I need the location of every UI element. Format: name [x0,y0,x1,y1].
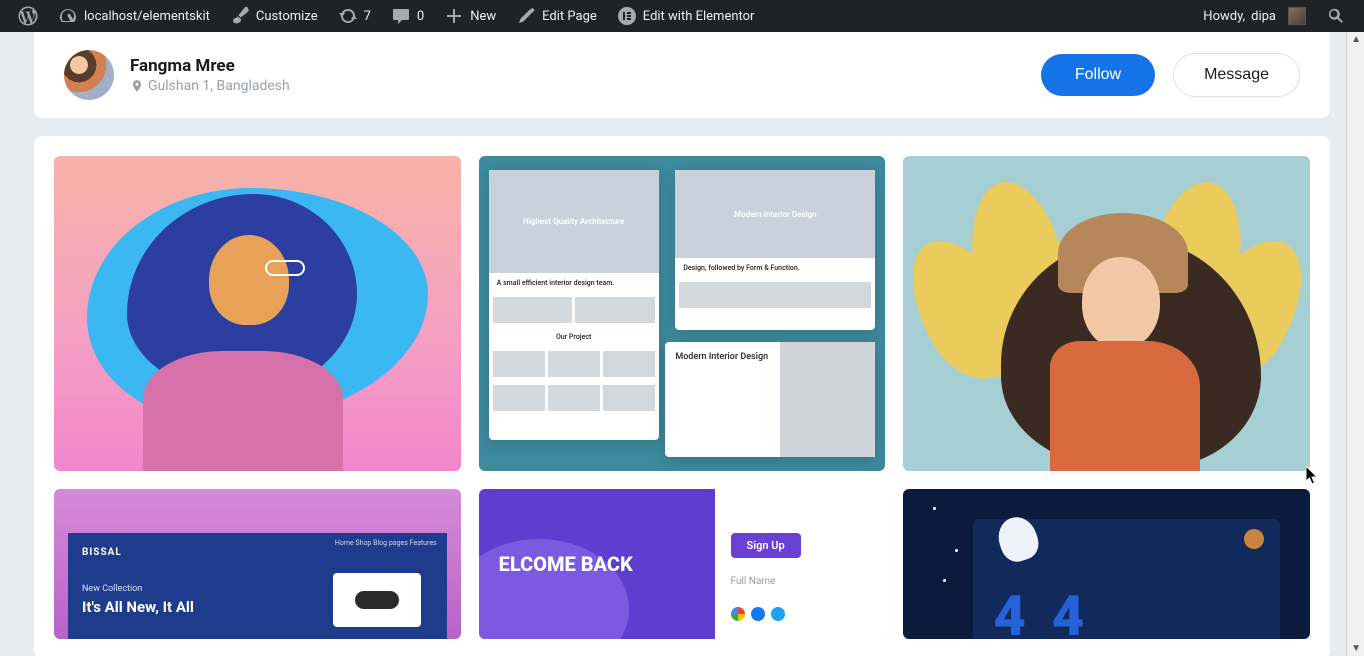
new-content-menu[interactable]: New [434,0,506,32]
wordpress-icon [18,6,38,26]
mockup-text: Our Project [489,327,659,347]
gallery-tile[interactable]: 4 4 [903,489,1310,639]
comment-icon [391,6,411,26]
illustration-shape [1082,257,1160,349]
scroll-down-arrow-icon[interactable]: ▼ [1351,643,1361,654]
website-mockup: Modern Interior Design [665,342,875,457]
illustration-shape [209,235,289,325]
scroll-up-arrow-icon[interactable]: ▲ [1351,34,1361,45]
customize-menu[interactable]: Customize [220,0,328,32]
edit-elementor-label: Edit with Elementor [643,9,755,24]
message-button[interactable]: Message [1173,53,1300,97]
website-mockup: BISSAL Home Shop Blog pages Features New… [68,533,447,639]
portfolio-gallery: Highest Quality Architecture A small eff… [34,136,1330,656]
gallery-tile[interactable]: ELCOME BACK Sign Up Full Name [479,489,886,639]
mockup-text: Modern Interior Design [675,352,770,362]
wp-admin-bar: localhost/elementskit Customize 7 0 New [0,0,1364,32]
website-mockup: Highest Quality Architecture A small eff… [489,170,659,440]
mockup-headline: ELCOME BACK [499,552,633,576]
my-account-menu[interactable]: Howdy, dipa [1193,0,1316,32]
comments-count: 0 [417,9,424,24]
dashboard-icon [58,6,78,26]
location-pin-icon [130,79,144,93]
profile-location: Gulshan 1, Bangladesh [130,78,290,94]
profile-location-text: Gulshan 1, Bangladesh [148,78,290,94]
wp-logo-menu[interactable] [8,0,48,32]
mockup-404-text: 4 4 [993,583,1090,639]
user-avatar [1288,7,1306,25]
gallery-tile[interactable]: Highest Quality Architecture A small eff… [479,156,886,471]
browser-scrollbar[interactable]: ▲ ▼ [1346,32,1364,656]
howdy-prefix: Howdy, [1203,9,1245,24]
customize-label: Customize [256,9,318,24]
mockup-nav: Home Shop Blog pages Features [335,539,437,547]
gallery-tile[interactable] [903,156,1310,471]
illustration-shape [143,351,343,471]
gallery-tile[interactable]: BISSAL Home Shop Blog pages Features New… [54,489,461,639]
gallery-tile[interactable] [54,156,461,471]
elementor-icon [617,6,637,26]
mockup-text: Design, followed by Form & Function. [675,258,875,278]
mockup-left-panel: ELCOME BACK [479,489,715,639]
search-icon [1326,6,1346,26]
new-label: New [470,9,496,24]
illustration-shape [265,260,305,276]
updates-count: 7 [364,9,371,24]
website-mockup: Modern Interior Design Design, followed … [675,170,875,330]
mockup-text: A small efficient interior design team. [489,273,659,293]
edit-page-label: Edit Page [542,9,597,24]
comments-menu[interactable]: 0 [381,0,434,32]
profile-card: Fangma Mree Gulshan 1, Bangladesh Follow… [34,32,1330,118]
profile-name: Fangma Mree [130,56,290,76]
plus-icon [444,6,464,26]
search-toggle[interactable] [1316,0,1356,32]
mockup-signup-button: Sign Up [731,533,801,558]
updates-menu[interactable]: 7 [328,0,381,32]
brush-icon [230,6,250,26]
site-name-label: localhost/elementskit [84,9,210,24]
mockup-field-label: Full Name [731,576,870,587]
refresh-icon [338,6,358,26]
mockup-hero: Highest Quality Architecture [489,170,659,273]
site-name-menu[interactable]: localhost/elementskit [48,0,220,32]
follow-button[interactable]: Follow [1041,54,1155,96]
mockup-right-panel: Sign Up Full Name [715,489,886,639]
planet-icon [1244,529,1264,549]
mockup-hero: Modern Interior Design [675,170,875,258]
howdy-user: dipa [1251,9,1276,24]
edit-elementor-menu[interactable]: Edit with Elementor [607,0,765,32]
pencil-icon [516,6,536,26]
page-content: Fangma Mree Gulshan 1, Bangladesh Follow… [0,32,1364,656]
mockup-product [333,573,421,627]
edit-page-menu[interactable]: Edit Page [506,0,607,32]
illustration-shape [1050,341,1200,471]
mockup-social-icons [731,607,870,621]
profile-avatar[interactable] [64,50,114,100]
mockup-brand: BISSAL [82,547,433,558]
